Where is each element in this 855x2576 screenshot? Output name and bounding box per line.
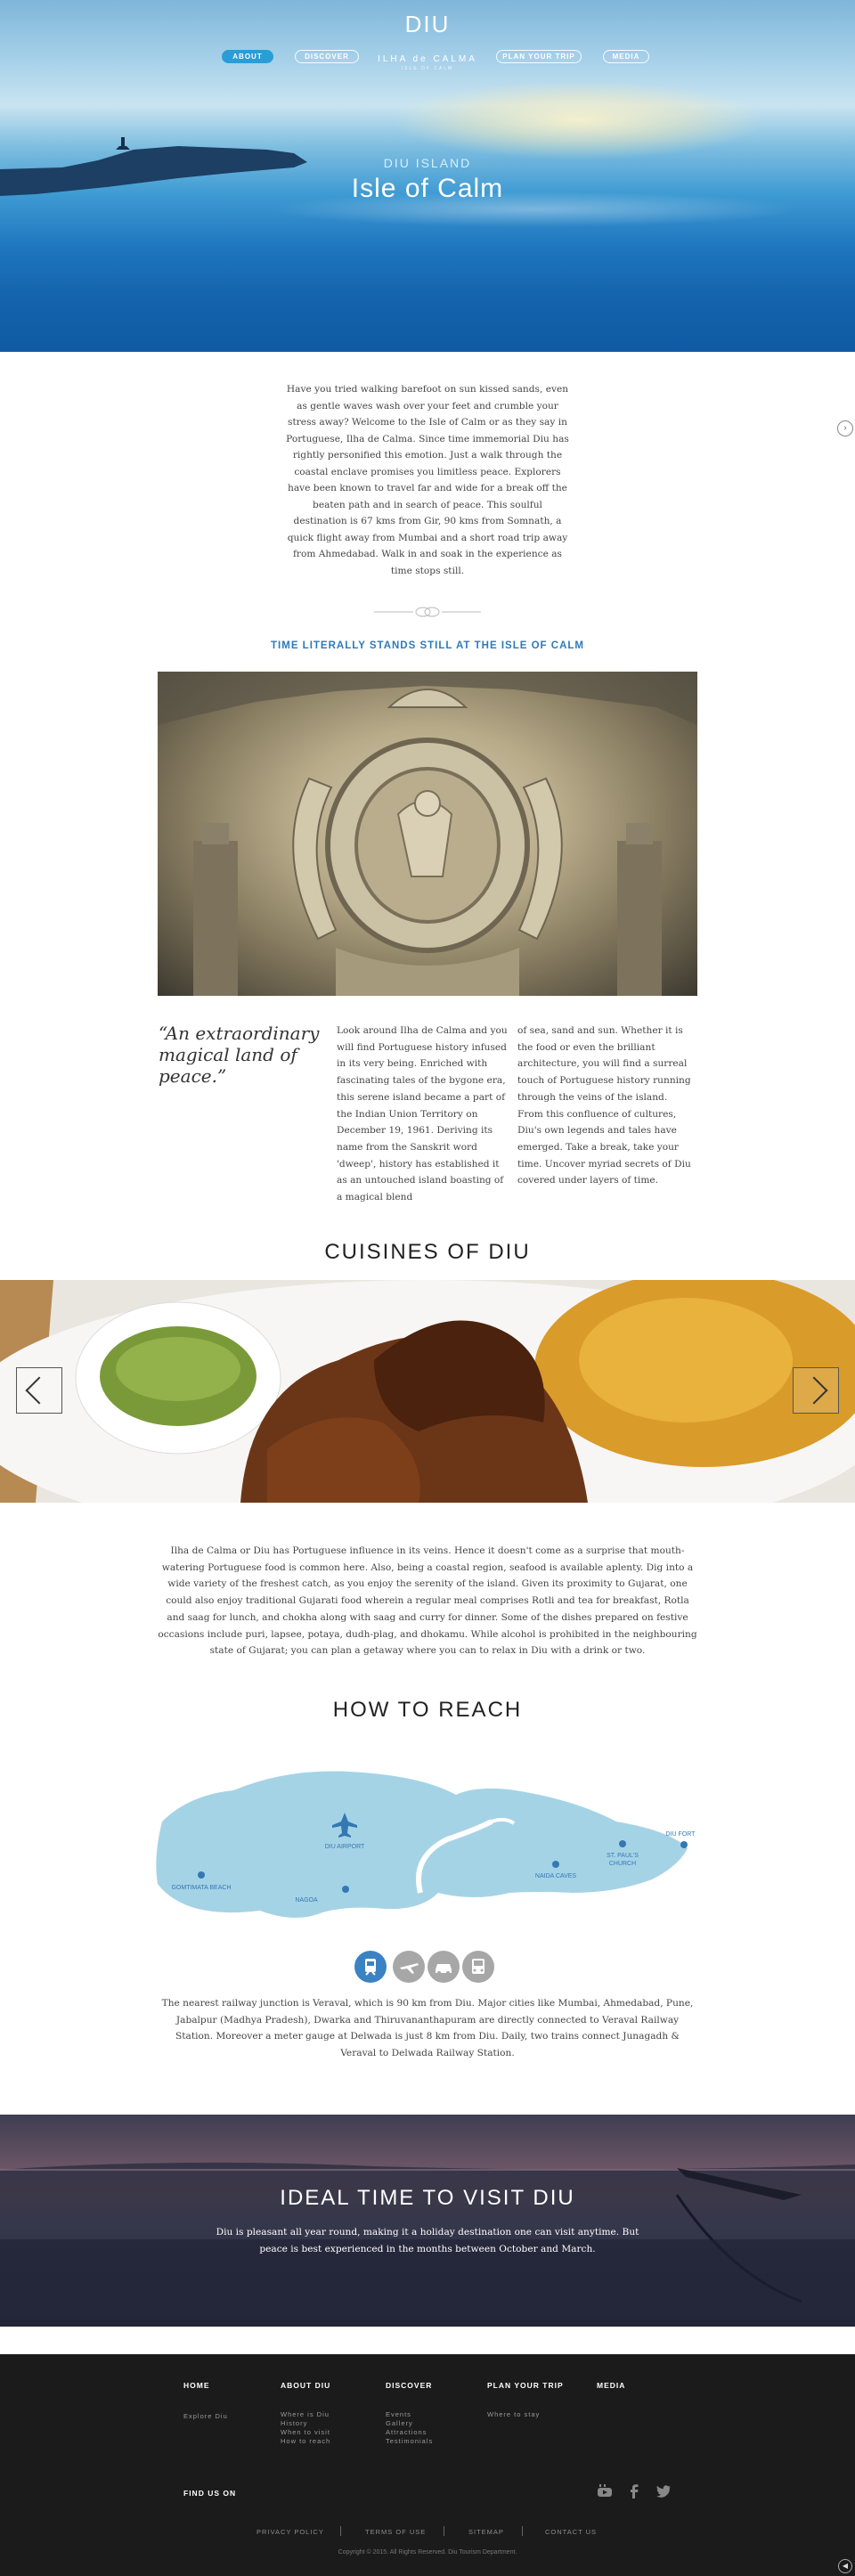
logo-subtitle: ILHA de CALMA xyxy=(378,54,477,64)
map-label-church-2: CHURCH xyxy=(609,1861,636,1867)
sunset-banner-image xyxy=(0,2115,855,2327)
side-nav-icon[interactable]: › xyxy=(837,420,853,436)
map-label-caves: NAIDA CAVES xyxy=(535,1873,576,1879)
coat-of-arms-photo xyxy=(158,672,697,996)
terms-link[interactable]: TERMS OF USE xyxy=(365,2528,426,2536)
privacy-policy-link[interactable]: PRIVACY POLICY xyxy=(256,2528,324,2536)
page: DIU ILHA de CALMA ISLE OF CALM ABOUT DIS… xyxy=(0,0,855,2576)
legal-divider xyxy=(340,2526,341,2536)
flight-icon[interactable] xyxy=(393,1951,425,1983)
footer-heading-home[interactable]: HOME xyxy=(183,2381,210,2390)
hero-title: Isle of Calm xyxy=(351,174,504,203)
footer-link[interactable]: Testimonials xyxy=(386,2437,433,2445)
nav-discover[interactable]: DISCOVER xyxy=(295,50,359,63)
car-icon[interactable] xyxy=(428,1951,460,1983)
nav-plan-your-trip[interactable]: PLAN YOUR TRIP xyxy=(496,50,582,63)
map-label-fort: DIU FORT xyxy=(666,1831,696,1838)
map-label-airport: DIU AIRPORT xyxy=(325,1844,365,1850)
facebook-icon[interactable] xyxy=(626,2483,642,2499)
footer-link[interactable]: How to reach xyxy=(281,2437,330,2445)
footer-link[interactable]: Attractions xyxy=(386,2428,427,2436)
twitter-icon[interactable] xyxy=(656,2483,672,2499)
find-us-label: FIND US ON xyxy=(183,2489,237,2498)
site-logo[interactable]: DIU ILHA de CALMA ISLE OF CALM xyxy=(365,11,490,71)
hero-sun-glow xyxy=(392,80,766,160)
map-label-church-1: ST. PAUL'S xyxy=(607,1853,639,1859)
nav-media[interactable]: MEDIA xyxy=(603,50,649,63)
footer-heading-discover[interactable]: DISCOVER xyxy=(386,2381,432,2390)
about-column-2: of sea, sand and sun. Whether it is the … xyxy=(517,1025,691,1186)
carousel-prev-button[interactable] xyxy=(16,1367,62,1414)
footer-heading-about[interactable]: ABOUT DIU xyxy=(281,2381,330,2390)
footer-link[interactable]: Where to stay xyxy=(487,2410,540,2418)
youtube-icon[interactable] xyxy=(597,2483,613,2499)
carousel-next-button[interactable] xyxy=(793,1367,839,1414)
reach-heading: HOW TO REACH xyxy=(332,1698,523,1722)
cuisines-heading: CUISINES OF DIU xyxy=(324,1240,531,1264)
footer-link[interactable]: Explore Diu xyxy=(183,2412,228,2420)
footer-link[interactable]: Gallery xyxy=(386,2419,413,2427)
cuisine-carousel-image xyxy=(0,1280,855,1503)
footer-link[interactable]: Where is Diu xyxy=(281,2410,330,2418)
logo-title: DIU xyxy=(404,11,451,37)
footer-link[interactable]: History xyxy=(281,2419,307,2427)
footer-link[interactable]: Events xyxy=(386,2410,411,2418)
ornament-divider xyxy=(374,607,481,617)
section-tagline: TIME LITERALLY STANDS STILL AT THE ISLE … xyxy=(271,640,584,651)
bus-icon[interactable] xyxy=(462,1951,494,1983)
cuisines-text: Ilha de Calma or Diu has Portuguese infl… xyxy=(158,1545,697,1657)
hero-eyebrow: DIU ISLAND xyxy=(383,156,472,170)
nav-about[interactable]: ABOUT xyxy=(222,50,273,63)
diu-island-map: DIU AIRPORT DIU FORT ST. PAUL'S CHURCH N… xyxy=(156,1771,696,1919)
map-label-beach: GOMTIMATA BEACH xyxy=(171,1885,231,1891)
ideal-time-heading: IDEAL TIME TO VISIT DIU xyxy=(280,2186,575,2210)
about-column-1: Look around Ilha de Calma and you will f… xyxy=(337,1025,508,1203)
logo-tagline: ISLE OF CALM xyxy=(401,66,454,71)
intro-text: Have you tried walking barefoot on sun k… xyxy=(286,384,569,576)
copyright-text: Copyright © 2015. All Rights Reserved. D… xyxy=(338,2549,517,2556)
about-quote: “An extraordinary magical land of peace.… xyxy=(159,1023,320,1087)
footer-link[interactable]: When to visit xyxy=(281,2428,330,2436)
footer-heading-media[interactable]: MEDIA xyxy=(597,2381,625,2390)
train-icon[interactable] xyxy=(354,1951,387,1983)
legal-divider xyxy=(522,2526,523,2536)
map-label-nagoa: NAGOA xyxy=(295,1897,318,1903)
scroll-top-icon[interactable]: ◀ xyxy=(838,2559,852,2573)
ideal-time-text: Diu is pleasant all year round, making i… xyxy=(216,2227,639,2254)
reach-text: The nearest railway junction is Veraval,… xyxy=(161,1998,694,2059)
sitemap-link[interactable]: SITEMAP xyxy=(468,2528,504,2536)
contact-link[interactable]: CONTACT US xyxy=(545,2528,597,2536)
footer-heading-plan[interactable]: PLAN YOUR TRIP xyxy=(487,2381,564,2390)
